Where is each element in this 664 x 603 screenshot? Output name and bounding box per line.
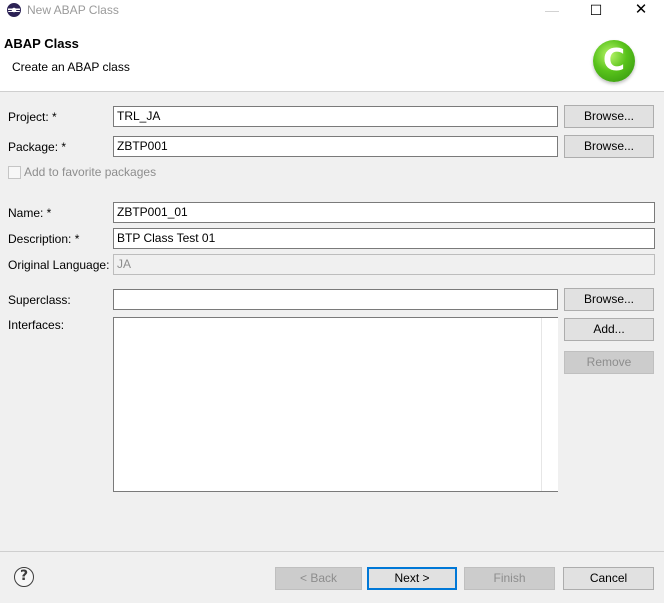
name-label: Name: *: [8, 206, 52, 220]
wizard-subtitle: Create an ABAP class: [12, 60, 130, 74]
close-button[interactable]: ✕: [618, 0, 664, 22]
finish-button[interactable]: Finish: [464, 567, 555, 590]
window-title: New ABAP Class: [27, 3, 119, 17]
original-language-field: JA: [113, 254, 655, 275]
back-button[interactable]: < Back: [275, 567, 362, 590]
favorite-packages-checkbox[interactable]: [8, 166, 21, 179]
project-label: Project: *: [8, 110, 57, 124]
maximize-button[interactable]: ☐: [573, 0, 619, 22]
remove-interface-button[interactable]: Remove: [564, 351, 654, 374]
project-browse-button[interactable]: Browse...: [564, 105, 654, 128]
description-label: Description: *: [8, 232, 80, 246]
superclass-label: Superclass:: [8, 293, 71, 307]
abap-class-icon: C: [593, 40, 635, 82]
eclipse-app-icon: [7, 3, 21, 17]
interfaces-scrollbar[interactable]: [541, 318, 558, 491]
superclass-browse-button[interactable]: Browse...: [564, 288, 654, 311]
original-language-label: Original Language:: [8, 258, 110, 272]
superclass-field[interactable]: [113, 289, 558, 310]
project-field[interactable]: TRL_JA: [113, 106, 558, 127]
package-field[interactable]: ZBTP001: [113, 136, 558, 157]
favorite-packages-label: Add to favorite packages: [24, 165, 157, 179]
package-browse-button[interactable]: Browse...: [564, 135, 654, 158]
interfaces-list[interactable]: [113, 317, 558, 492]
minimize-button[interactable]: —: [529, 0, 575, 22]
next-button[interactable]: Next >: [367, 567, 457, 590]
add-interface-button[interactable]: Add...: [564, 318, 654, 341]
footer-separator: [0, 551, 664, 552]
cancel-button[interactable]: Cancel: [563, 567, 654, 590]
help-icon[interactable]: ?: [14, 567, 34, 587]
interfaces-label: Interfaces:: [8, 318, 65, 332]
name-field[interactable]: ZBTP001_01: [113, 202, 655, 223]
wizard-title: ABAP Class: [4, 36, 79, 51]
wizard-header: [0, 22, 664, 92]
package-label: Package: *: [8, 140, 67, 154]
description-field[interactable]: BTP Class Test 01: [113, 228, 655, 249]
